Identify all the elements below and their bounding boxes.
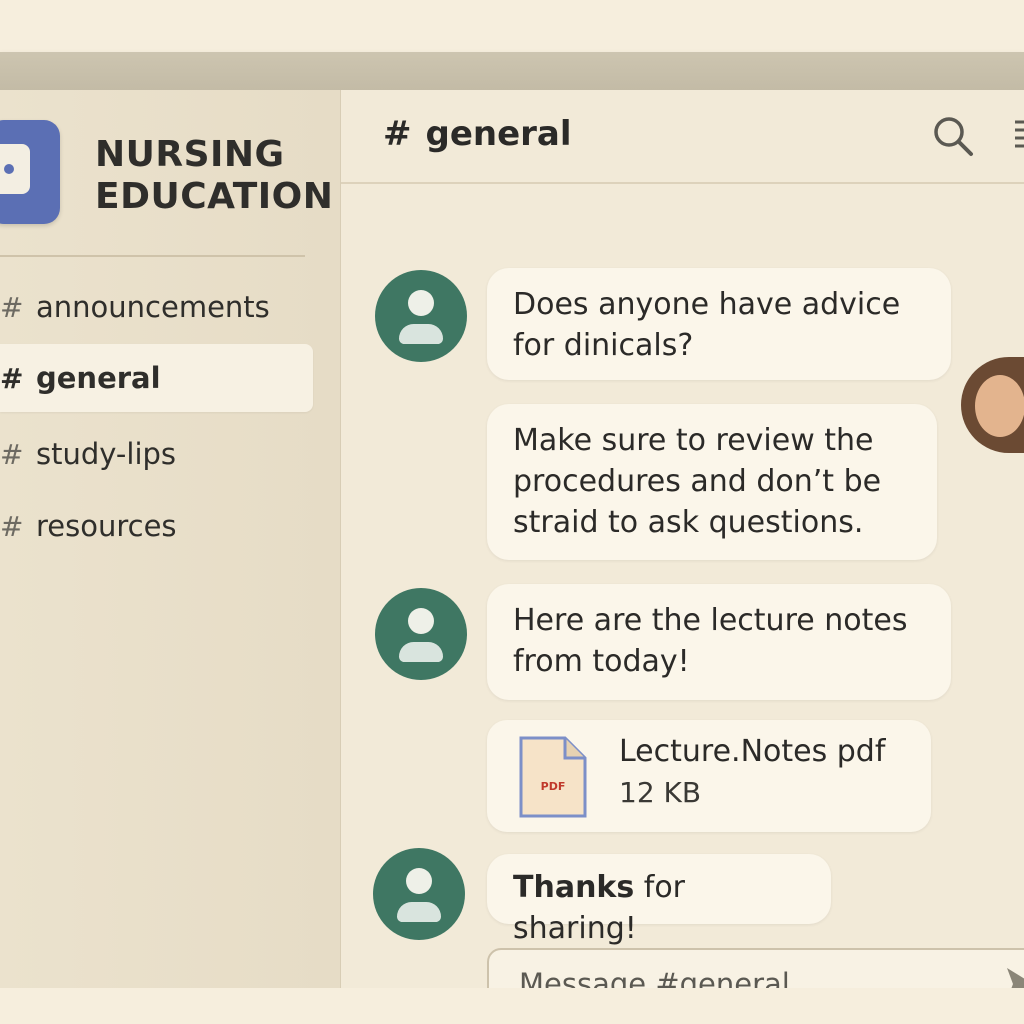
channel-label: general [36, 361, 161, 395]
avatar-body [399, 642, 443, 662]
message-bubble: Make sure to review the procedures and d… [487, 404, 937, 560]
channel-label: announcements [36, 290, 270, 324]
hash-icon: # [383, 114, 412, 154]
avatar[interactable] [375, 588, 467, 680]
avatar[interactable] [375, 270, 467, 362]
server-name-line1: NURSING [95, 134, 285, 175]
message-bubble: Thanks for sharing! [487, 854, 831, 946]
page-bottom-strip [0, 988, 1024, 1024]
chat-app-window: NURSING EDUCATION # announcements # gene… [0, 52, 1024, 1018]
message-text: Make sure to review the procedures and d… [513, 423, 882, 540]
sidebar-divider [0, 255, 305, 257]
menu-icon[interactable] [1011, 114, 1024, 158]
avatar-head [408, 608, 434, 634]
avatar-head [408, 290, 434, 316]
sidebar-item-general[interactable]: # general [0, 344, 313, 412]
message-text: Here are the lecture notes from today! [513, 603, 908, 679]
channel-title: # general [383, 114, 572, 154]
message-bubble: Does anyone have advice for dinicals? [487, 268, 951, 380]
avatar-head [406, 868, 432, 894]
avatar-body [399, 324, 443, 344]
file-size: 12 KB [619, 776, 702, 809]
logo-screen [0, 144, 30, 194]
pdf-file-icon: PDF [519, 736, 587, 818]
hash-icon: # [0, 509, 24, 543]
sidebar-item-resources[interactable]: # resources [0, 492, 313, 560]
channel-label: study-lips [36, 437, 177, 471]
chat-header: # general [341, 90, 1024, 184]
sidebar-item-study-lips[interactable]: # study-lips [0, 420, 313, 488]
file-attachment[interactable]: PDF Lecture.Notes pdf 12 KB [487, 720, 931, 832]
pdf-badge: PDF [541, 780, 566, 793]
server-name-line2: EDUCATION [95, 176, 334, 217]
user-photo-avatar[interactable] [961, 357, 1024, 453]
message-text-bold: Thanks [513, 870, 635, 905]
message-text: Does anyone have advice for dinicals? [513, 287, 901, 363]
message-bubble: Here are the lecture notes from today! [487, 584, 951, 700]
hash-icon: # [0, 437, 24, 471]
server-name: NURSING EDUCATION [95, 134, 335, 218]
channel-label: resources [36, 509, 177, 543]
sidebar-item-announcements[interactable]: # announcements [0, 273, 313, 341]
chat-main: # general Does anyone have advice for din… [341, 90, 1024, 1018]
search-icon[interactable] [931, 114, 975, 158]
hash-icon: # [0, 290, 24, 324]
avatar-face [975, 375, 1024, 437]
hash-icon: # [0, 361, 24, 395]
avatar-body [397, 902, 441, 922]
sidebar: NURSING EDUCATION # announcements # gene… [0, 90, 341, 988]
window-titlebar [0, 52, 1024, 90]
file-name: Lecture.Notes pdf [619, 734, 886, 769]
avatar[interactable] [373, 848, 465, 940]
server-logo-icon[interactable] [0, 120, 60, 224]
logo-dot [4, 164, 14, 174]
channel-title-text: general [425, 114, 572, 154]
